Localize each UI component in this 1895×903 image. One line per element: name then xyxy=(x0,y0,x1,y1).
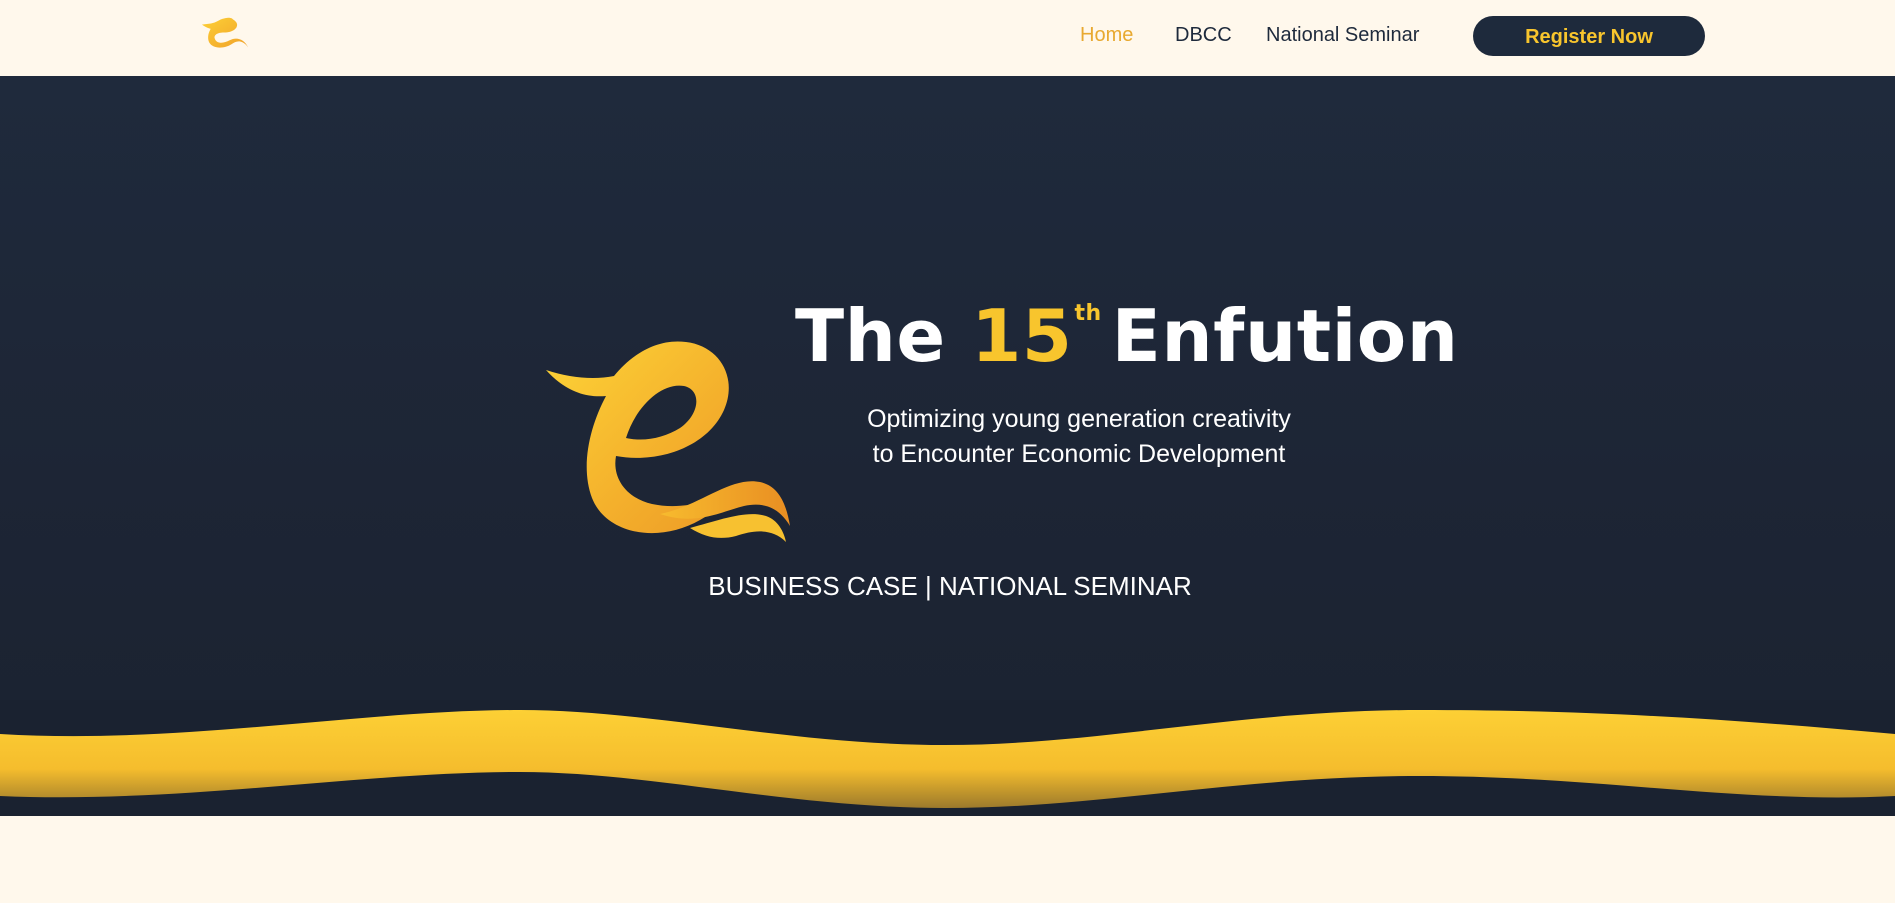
enfution-e-logo-icon xyxy=(546,341,790,542)
nav-link-national-seminar[interactable]: National Seminar xyxy=(1266,24,1419,47)
wave-divider xyxy=(0,700,1895,808)
hero-title: The 15th Enfution xyxy=(795,294,1459,378)
event-categories: BUSINESS CASE | NATIONAL SEMINAR xyxy=(0,571,1895,602)
register-now-button[interactable]: Register Now xyxy=(1473,16,1705,56)
title-name: Enfution xyxy=(1111,294,1459,378)
enfution-logo-icon[interactable] xyxy=(193,12,257,60)
tagline-line-2: to Encounter Economic Development xyxy=(872,440,1286,468)
categories-text: BUSINESS CASE | NATIONAL SEMINAR xyxy=(708,571,1192,601)
top-navbar: Home DBCC National Seminar Register Now xyxy=(0,0,1895,76)
nav-link-dbcc[interactable]: DBCC xyxy=(1175,24,1232,47)
tagline-line-1: Optimizing young generation creativity xyxy=(867,405,1291,433)
title-number: 15 xyxy=(971,294,1073,378)
nav-link-home[interactable]: Home xyxy=(1080,24,1133,47)
title-prefix: The xyxy=(795,294,946,378)
title-ordinal-suffix: th xyxy=(1074,301,1102,326)
